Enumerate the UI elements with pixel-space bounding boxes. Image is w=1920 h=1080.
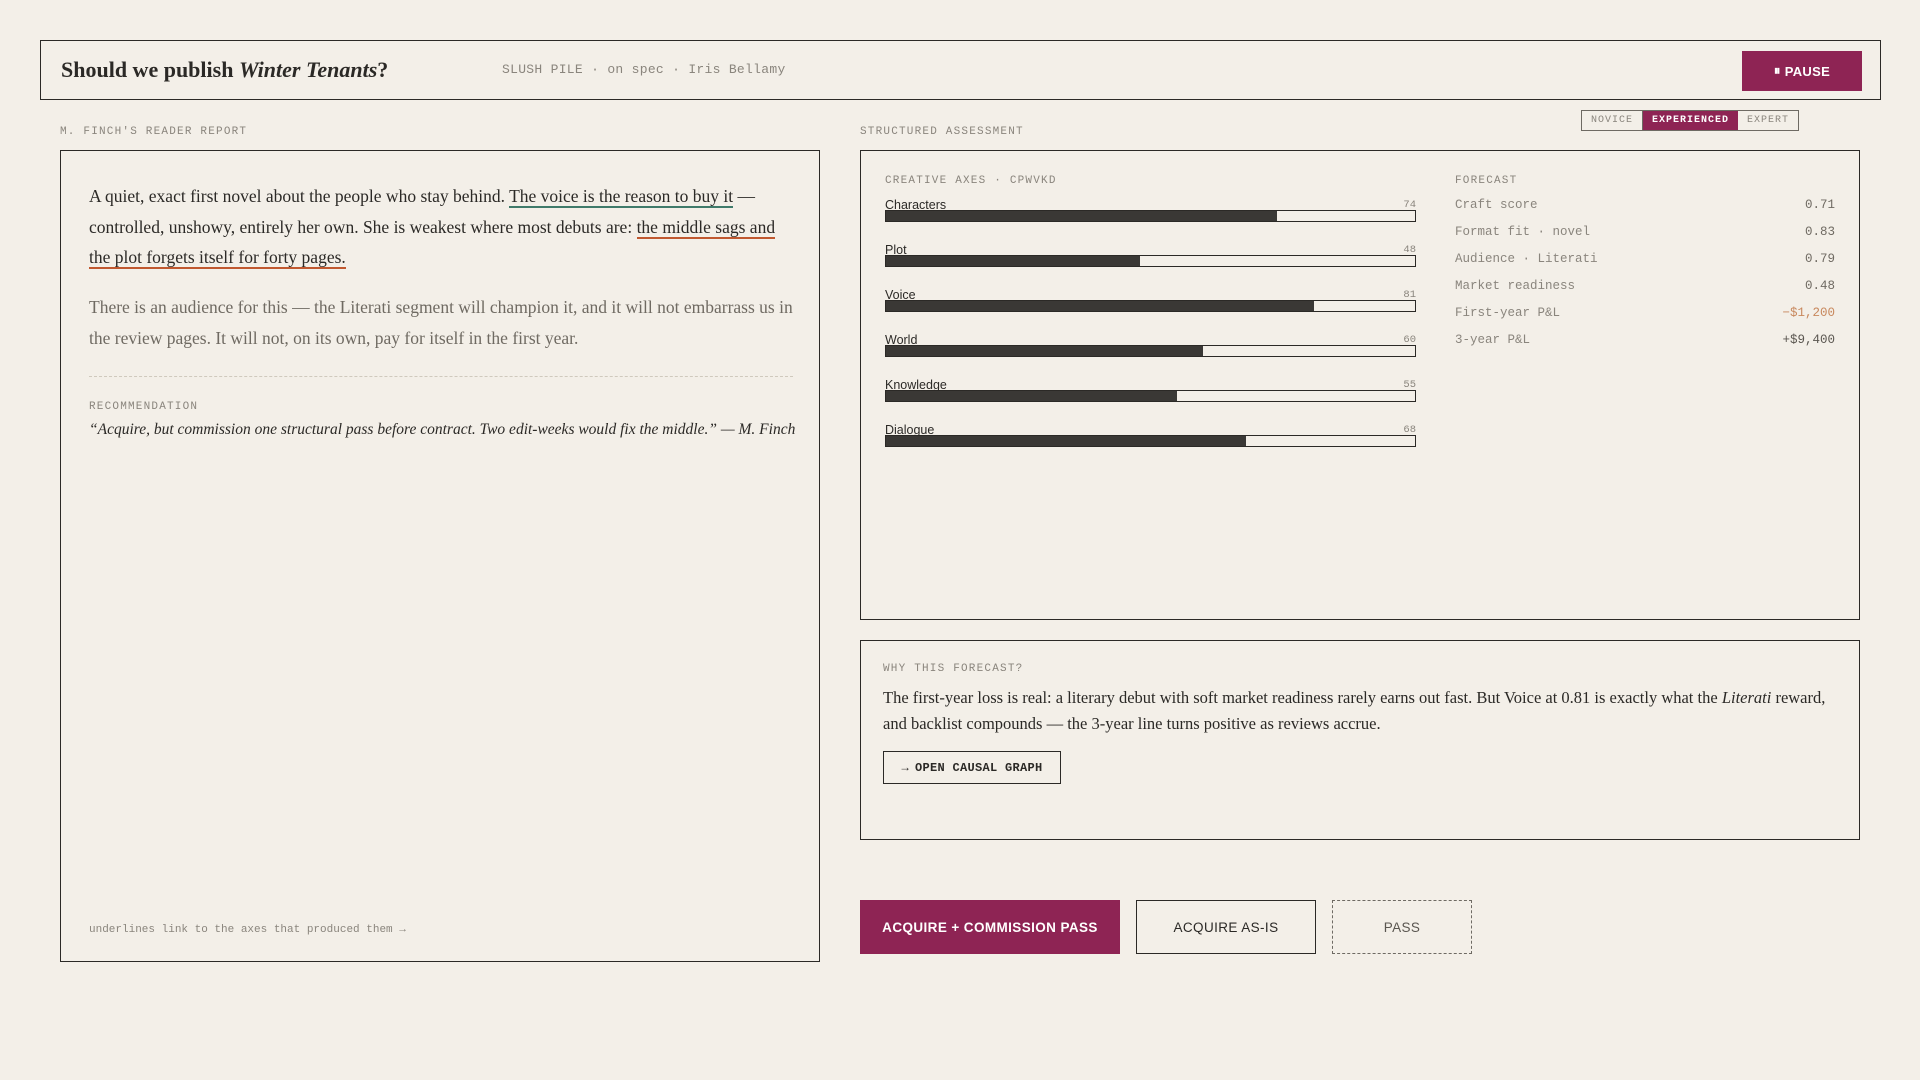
level-experienced[interactable]: EXPERIENCED	[1642, 111, 1739, 130]
underline-footnote: underlines link to the axes that produce…	[89, 924, 406, 936]
forecast-row: First-year P&L −$1,200	[1455, 306, 1835, 324]
reader-report-panel: A quiet, exact first novel about the peo…	[60, 150, 820, 962]
forecast-key: First-year P&L	[1455, 306, 1561, 320]
why-forecast-text: The first-year loss is real: a literary …	[883, 685, 1833, 737]
acquire-commission-pass-button[interactable]: ACQUIRE + COMMISSION PASS	[860, 900, 1120, 954]
title-prefix: Should we publish	[61, 57, 239, 82]
forecast-key: Audience · Literati	[1455, 252, 1598, 266]
reader-report-label: M. FINCH'S READER REPORT	[60, 126, 248, 138]
why-text-1: The first-year loss is real: a literary …	[883, 688, 1722, 707]
voice-link[interactable]: The voice is the reason to buy it	[509, 186, 734, 208]
submission-meta: SLUSH PILE · on spec · Iris Bellamy	[502, 62, 786, 77]
creative-axes-label: CREATIVE AXES · CPWVKD	[885, 175, 1057, 187]
axis-bar-fill	[886, 436, 1246, 446]
title-book-name: Winter Tenants	[238, 57, 378, 82]
report-divider	[89, 376, 793, 377]
structured-assessment-label: STRUCTURED ASSESSMENT	[860, 126, 1024, 138]
axis-bar	[885, 255, 1416, 267]
page-title: Should we publish Winter Tenants?	[61, 57, 388, 83]
forecast-value: 0.48	[1804, 279, 1835, 293]
report-lead-paragraph: A quiet, exact first novel about the peo…	[89, 181, 799, 273]
forecast-key: Format fit · novel	[1455, 225, 1591, 239]
level-novice[interactable]: NOVICE	[1582, 111, 1642, 130]
forecast-key: Market readiness	[1455, 279, 1576, 293]
axis-bar-fill	[886, 256, 1140, 266]
why-forecast-label: WHY THIS FORECAST?	[883, 663, 1024, 675]
axis-bar	[885, 345, 1416, 357]
axis-bar-fill	[886, 301, 1315, 311]
report-audience-paragraph: There is an audience for this — the Lite…	[89, 297, 793, 348]
forecast-value: 0.79	[1804, 252, 1835, 266]
acquire-as-is-button[interactable]: ACQUIRE AS-IS	[1136, 900, 1316, 954]
pause-label: PAUSE	[1784, 63, 1831, 79]
open-causal-graph-button[interactable]: → OPEN CAUSAL GRAPH	[883, 751, 1061, 784]
forecast-key: 3-year P&L	[1455, 333, 1531, 347]
axis-bar-fill	[886, 391, 1177, 401]
recommendation-quote: “Acquire, but commission one structural …	[89, 421, 796, 438]
pass-button[interactable]: PASS	[1332, 900, 1472, 954]
axis-bar	[885, 435, 1416, 447]
why-text-segment: Literati	[1721, 688, 1772, 707]
lead-text-1: A quiet, exact first novel about the peo…	[89, 186, 510, 206]
axis-bar	[885, 210, 1416, 222]
forecast-key: Craft score	[1455, 198, 1538, 212]
open-causal-graph-label: OPEN CAUSAL GRAPH	[914, 760, 1043, 775]
forecast-row: Craft score 0.71	[1455, 198, 1835, 216]
recommendation-label: RECOMMENDATION	[89, 401, 199, 413]
axis-bar	[885, 300, 1416, 312]
why-forecast-panel: WHY THIS FORECAST? The first-year loss i…	[860, 640, 1860, 840]
header-bar: Should we publish Winter Tenants? SLUSH …	[40, 40, 1881, 100]
pause-button[interactable]: ⏸ PAUSE	[1742, 51, 1862, 91]
forecast-row: 3-year P&L +$9,400	[1455, 333, 1835, 351]
forecast-value: 0.83	[1804, 225, 1835, 239]
arrow-right-icon: →	[901, 760, 909, 775]
forecast-row: Format fit · novel 0.83	[1455, 225, 1835, 243]
pause-icon: ⏸	[1773, 63, 1781, 78]
title-suffix: ?	[377, 57, 389, 82]
axis-bar	[885, 390, 1416, 402]
forecast-value: +$9,400	[1782, 333, 1835, 347]
axis-bar-fill	[886, 346, 1204, 356]
forecast-value: 0.71	[1804, 198, 1835, 212]
level-expert[interactable]: EXPERT	[1738, 111, 1798, 130]
forecast-label: FORECAST	[1455, 175, 1518, 187]
axis-bar-fill	[886, 211, 1278, 221]
forecast-row: Market readiness 0.48	[1455, 279, 1835, 297]
assessment-panel: CREATIVE AXES · CPWVKD Characters 74 Plo…	[860, 150, 1860, 620]
experience-level-toggle: NOVICE EXPERIENCED EXPERT	[1581, 110, 1800, 131]
forecast-value: −$1,200	[1782, 306, 1835, 320]
forecast-row: Audience · Literati 0.79	[1455, 252, 1835, 270]
